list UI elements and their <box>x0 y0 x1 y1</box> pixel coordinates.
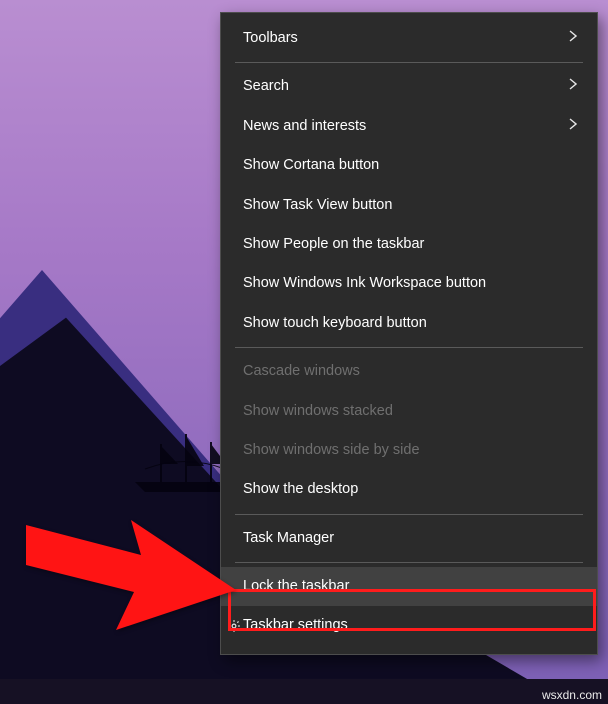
menu-label: Show Windows Ink Workspace button <box>243 275 486 292</box>
menu-label: Show Cortana button <box>243 157 379 174</box>
menu-item-cascade-windows: Cascade windows <box>221 352 597 391</box>
menu-item-search[interactable]: Search <box>221 67 597 106</box>
menu-item-news-interests[interactable]: News and interests <box>221 107 597 146</box>
menu-label: Search <box>243 78 289 95</box>
menu-separator <box>235 514 583 515</box>
taskbar[interactable] <box>0 679 608 704</box>
menu-item-lock-taskbar[interactable]: Lock the taskbar <box>221 567 597 606</box>
chevron-right-icon <box>569 118 577 135</box>
menu-label: Show touch keyboard button <box>243 315 427 332</box>
menu-separator <box>235 347 583 348</box>
menu-label: Show Task View button <box>243 197 392 214</box>
menu-item-show-desktop[interactable]: Show the desktop <box>221 470 597 509</box>
menu-label: Taskbar settings <box>243 617 348 634</box>
menu-item-show-touch-keyboard[interactable]: Show touch keyboard button <box>221 304 597 343</box>
menu-item-windows-side-by-side: Show windows side by side <box>221 431 597 470</box>
menu-label: Cascade windows <box>243 363 360 380</box>
watermark-text: wsxdn.com <box>542 688 602 702</box>
menu-label: Task Manager <box>243 530 334 547</box>
menu-label: Show People on the taskbar <box>243 236 424 253</box>
annotation-arrow <box>26 490 236 630</box>
menu-item-show-taskview[interactable]: Show Task View button <box>221 186 597 225</box>
menu-separator <box>235 562 583 563</box>
menu-item-show-cortana[interactable]: Show Cortana button <box>221 146 597 185</box>
chevron-right-icon <box>569 30 577 47</box>
menu-label: Show windows stacked <box>243 403 393 420</box>
menu-item-task-manager[interactable]: Task Manager <box>221 519 597 558</box>
menu-separator <box>235 62 583 63</box>
taskbar-context-menu: Toolbars Search News and interests Show … <box>220 12 598 655</box>
menu-label: Show the desktop <box>243 481 358 498</box>
menu-item-taskbar-settings[interactable]: Taskbar settings <box>221 606 597 645</box>
menu-item-toolbars[interactable]: Toolbars <box>221 19 597 58</box>
menu-item-show-people[interactable]: Show People on the taskbar <box>221 225 597 264</box>
menu-label: News and interests <box>243 118 366 135</box>
menu-label: Lock the taskbar <box>243 578 349 595</box>
menu-label: Toolbars <box>243 30 298 47</box>
chevron-right-icon <box>569 78 577 95</box>
menu-item-windows-stacked: Show windows stacked <box>221 392 597 431</box>
menu-item-show-ink[interactable]: Show Windows Ink Workspace button <box>221 264 597 303</box>
menu-label: Show windows side by side <box>243 442 420 459</box>
